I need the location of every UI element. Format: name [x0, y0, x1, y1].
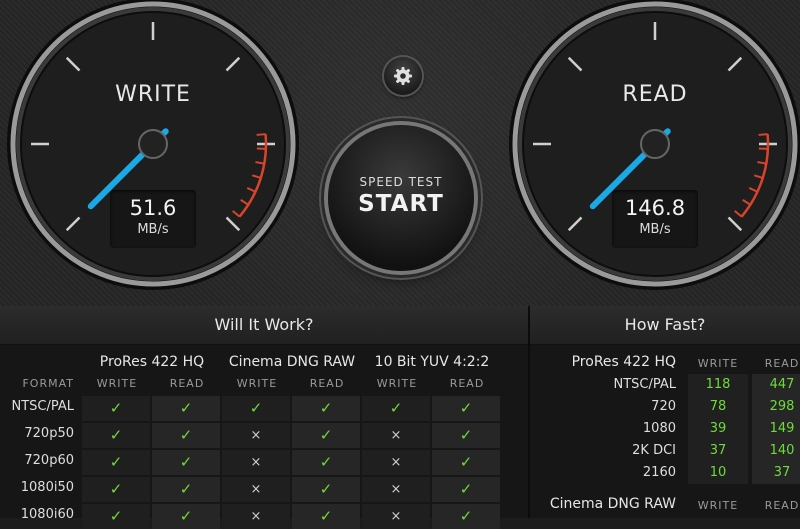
how-fast-column-read: READ	[752, 357, 800, 370]
cross-mark: ×	[362, 504, 430, 529]
write-speed-readout: 51.6 MB/s	[110, 190, 196, 248]
settings-button[interactable]	[384, 57, 422, 95]
check-mark: ✓	[82, 423, 150, 448]
column-header-read: READ	[292, 377, 362, 390]
start-button-caption: SPEED TEST	[328, 175, 474, 189]
how-fast-read-value: 37	[752, 462, 800, 484]
read-gauge: READ 146.8 MB/s	[505, 0, 800, 294]
check-mark: ✓	[152, 396, 220, 421]
check-mark: ✓	[432, 477, 500, 502]
cross-mark: ×	[222, 423, 290, 448]
read-speed-value: 146.8	[612, 196, 698, 220]
format-group-header: Cinema DNG RAW	[222, 354, 362, 370]
how-fast-column-write: WRITE	[688, 499, 748, 512]
gear-icon	[393, 66, 413, 86]
check-mark: ✓	[222, 396, 290, 421]
read-gauge-dial	[505, 0, 800, 294]
write-speed-value: 51.6	[110, 196, 196, 220]
check-mark: ✓	[292, 423, 360, 448]
how-fast-column-write: WRITE	[688, 357, 748, 370]
cross-mark: ×	[362, 477, 430, 502]
check-mark: ✓	[432, 504, 500, 529]
read-speed-readout: 146.8 MB/s	[612, 190, 698, 248]
check-mark: ✓	[152, 423, 220, 448]
how-fast-column-read: READ	[752, 499, 800, 512]
cross-mark: ×	[222, 504, 290, 529]
column-header-read: READ	[152, 377, 222, 390]
check-mark: ✓	[292, 477, 360, 502]
start-button-label: START	[328, 191, 474, 217]
format-row-label: 720p60	[2, 453, 74, 468]
check-mark: ✓	[292, 504, 360, 529]
check-mark: ✓	[82, 477, 150, 502]
how-fast-section-title: ProRes 422 HQ	[530, 354, 676, 370]
check-mark: ✓	[82, 504, 150, 529]
check-mark: ✓	[292, 396, 360, 421]
will-it-work-panel: Will It Work? ProRes 422 HQWRITEREADCine…	[0, 306, 528, 518]
check-mark: ✓	[432, 396, 500, 421]
how-fast-read-value: 298	[752, 396, 800, 418]
check-mark: ✓	[292, 450, 360, 475]
format-group-header: ProRes 422 HQ	[82, 354, 222, 370]
how-fast-write-value: 10	[688, 462, 748, 484]
write-gauge: WRITE 51.6 MB/s	[3, 0, 303, 294]
how-fast-write-value: 78	[688, 396, 748, 418]
read-gauge-label: READ	[505, 82, 800, 107]
format-row-label: 1080i60	[2, 507, 74, 522]
read-speed-unit: MB/s	[612, 222, 698, 237]
how-fast-read-value: 149	[752, 418, 800, 440]
gauge-redline-tick	[759, 134, 768, 135]
write-gauge-dial	[3, 0, 303, 294]
column-header-write: WRITE	[362, 377, 432, 390]
how-fast-row-label: 720	[530, 399, 676, 414]
cross-mark: ×	[362, 423, 430, 448]
column-header-write: WRITE	[222, 377, 292, 390]
how-fast-write-value: 39	[688, 418, 748, 440]
cross-mark: ×	[222, 450, 290, 475]
how-fast-panel: How Fast? ProRes 422 HQ WRITE READ NTSC/PAL…	[530, 306, 800, 518]
how-fast-row-label: 2K DCI	[530, 443, 676, 458]
will-it-work-title: Will It Work?	[0, 306, 528, 345]
check-mark: ✓	[362, 396, 430, 421]
how-fast-write-value: 118	[688, 374, 748, 396]
check-mark: ✓	[432, 450, 500, 475]
check-mark: ✓	[432, 423, 500, 448]
how-fast-read-value: 140	[752, 440, 800, 462]
cross-mark: ×	[362, 450, 430, 475]
check-mark: ✓	[152, 450, 220, 475]
how-fast-row-label: 2160	[530, 465, 676, 480]
format-row-label: 1080i50	[2, 480, 74, 495]
write-gauge-label: WRITE	[3, 82, 303, 107]
column-header-write: WRITE	[82, 377, 152, 390]
speed-test-start-button[interactable]: SPEED TEST START	[328, 125, 474, 271]
format-row-label: 720p50	[2, 426, 74, 441]
check-mark: ✓	[82, 450, 150, 475]
write-speed-unit: MB/s	[110, 222, 196, 237]
column-header-read: READ	[432, 377, 502, 390]
cross-mark: ×	[222, 477, 290, 502]
how-fast-read-value: 447	[752, 374, 800, 396]
how-fast-section-title: Cinema DNG RAW	[530, 496, 676, 512]
check-mark: ✓	[152, 504, 220, 529]
format-group-header: 10 Bit YUV 4:2:2	[362, 354, 502, 370]
gauge-redline-tick	[257, 134, 266, 135]
how-fast-row-label: 1080	[530, 421, 676, 436]
how-fast-title: How Fast?	[530, 306, 800, 345]
how-fast-row-label: NTSC/PAL	[530, 377, 676, 392]
check-mark: ✓	[152, 477, 220, 502]
check-mark: ✓	[82, 396, 150, 421]
format-column-header: FORMAT	[2, 377, 74, 390]
how-fast-write-value: 37	[688, 440, 748, 462]
format-row-label: NTSC/PAL	[2, 399, 74, 414]
